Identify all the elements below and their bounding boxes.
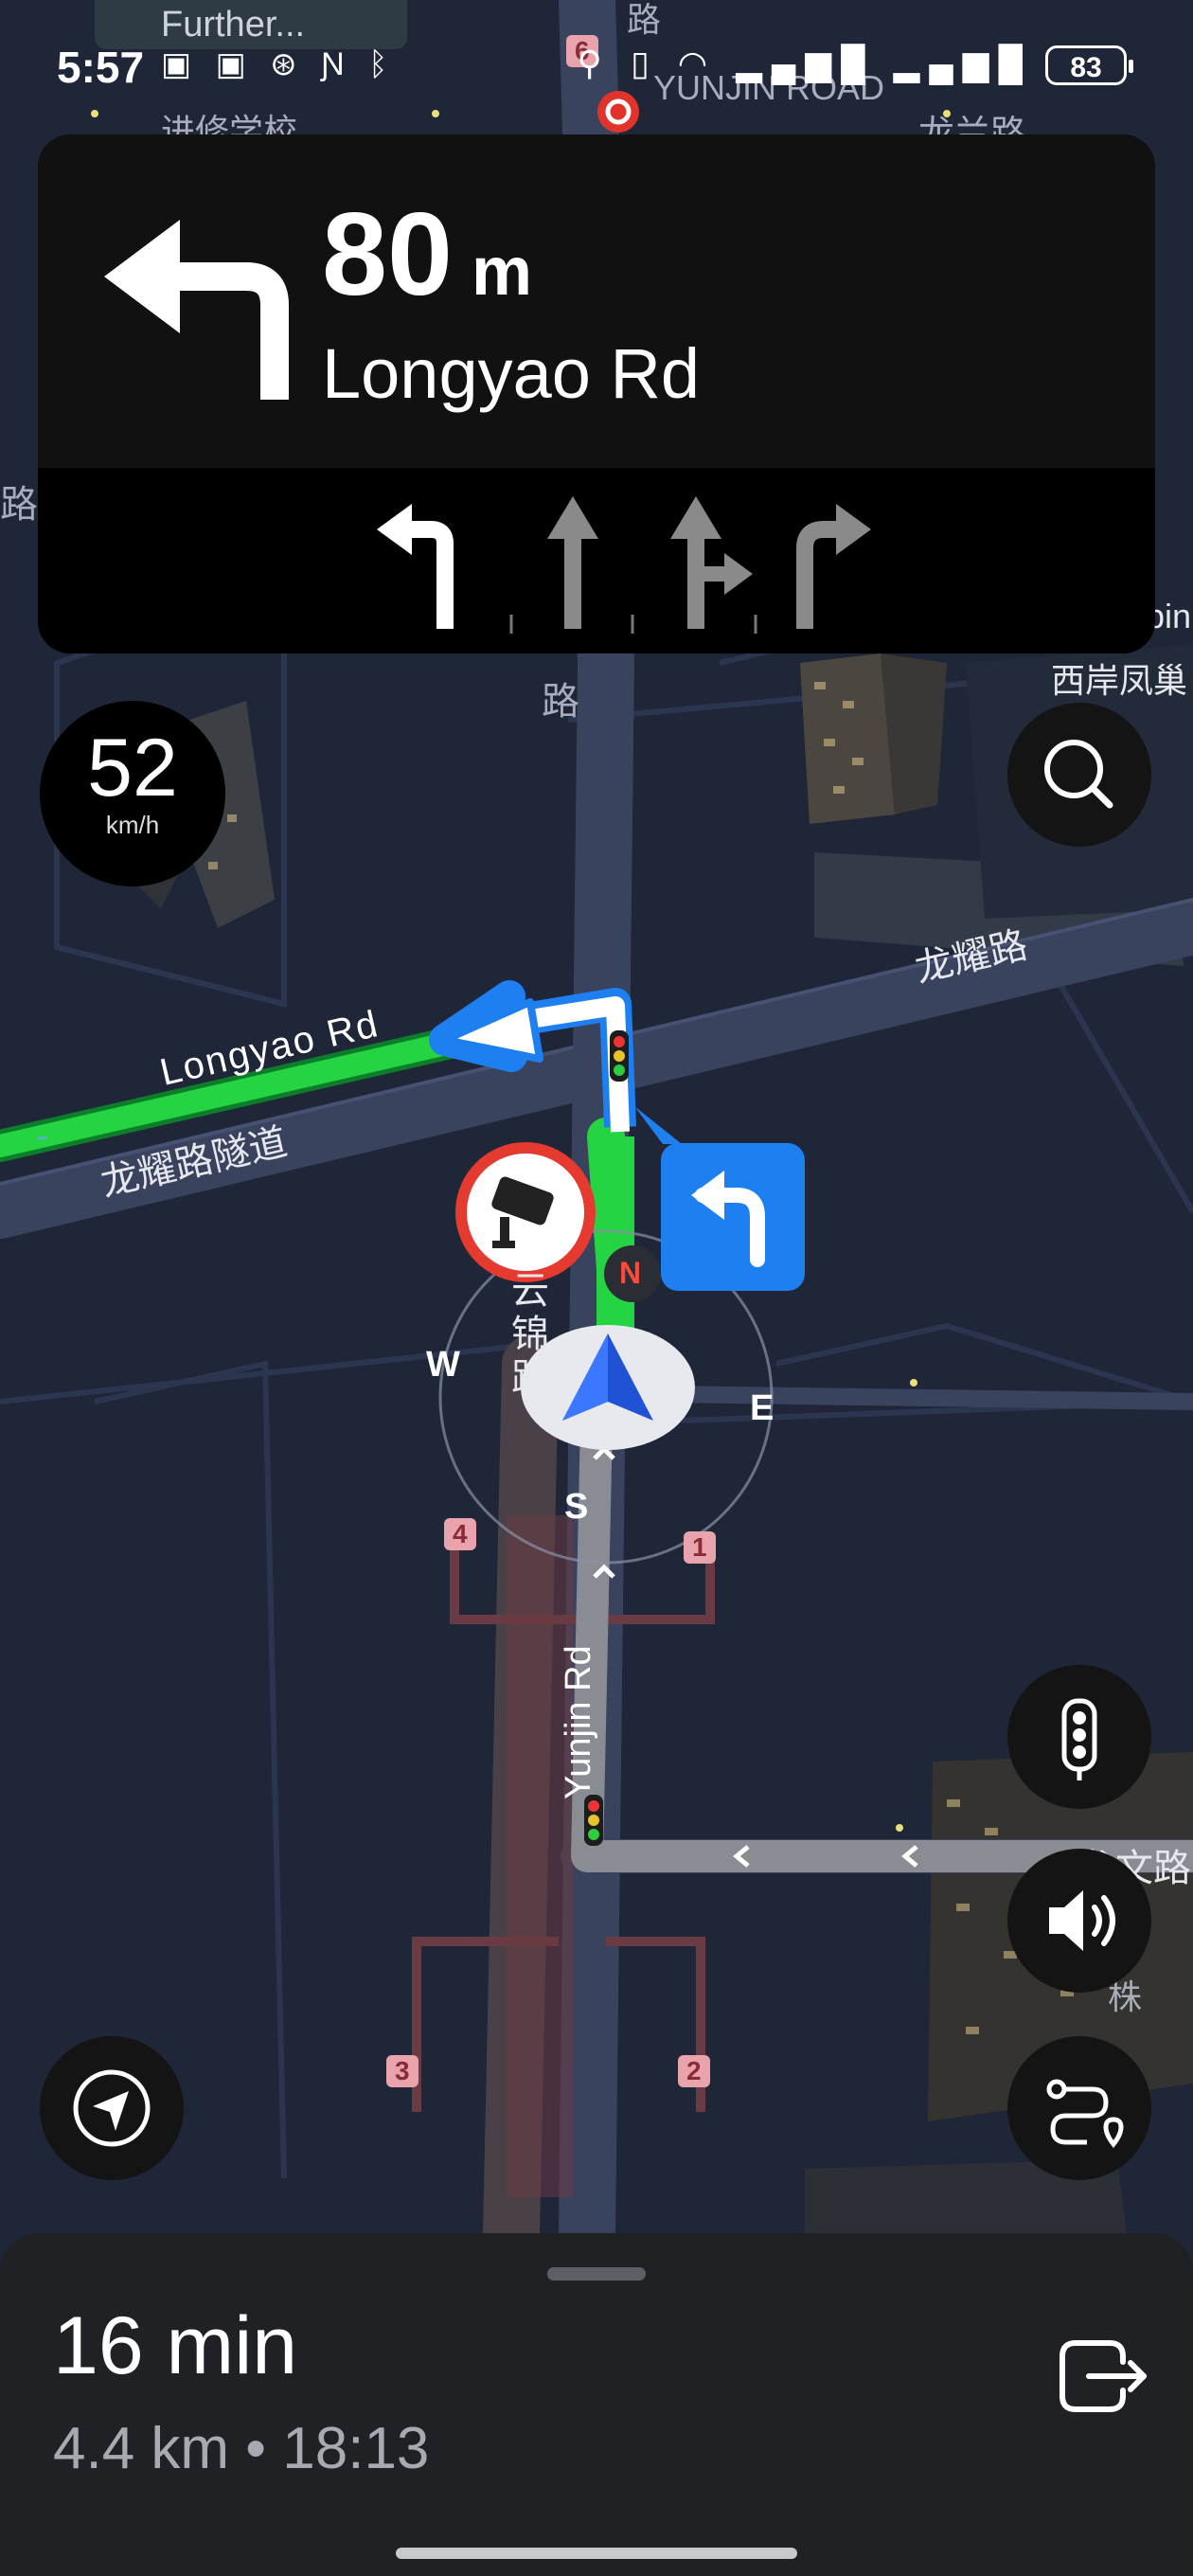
distance-value: 80: [322, 189, 453, 320]
summary-separator: •: [245, 2416, 267, 2481]
lane-guidance: [38, 468, 1155, 653]
metro-exit-4: 4: [453, 1519, 468, 1548]
metro-exit-1: 1: [692, 1532, 707, 1562]
locate-icon: [73, 2069, 151, 2147]
vibrate-icon: ▯: [630, 44, 659, 82]
compass-south: S: [564, 1487, 589, 1527]
speed-unit: km/h: [105, 811, 160, 839]
exit-navigation-icon: [1059, 2340, 1147, 2412]
home-indicator[interactable]: [396, 2548, 797, 2559]
remaining-distance: 4.4 km: [53, 2416, 230, 2481]
metro-exit-2: 2: [686, 2056, 702, 2085]
nfc-icon: Ɲ: [321, 46, 352, 82]
lane-left-turn-icon: [377, 504, 454, 629]
recenter-button[interactable]: [40, 2036, 184, 2180]
route-overview-button[interactable]: [1007, 2036, 1151, 2180]
compass-west: W: [426, 1345, 460, 1385]
signal-icon-2: ▂▄▆█: [893, 44, 1032, 82]
lane-arrows: [377, 496, 871, 634]
distance-to-turn: 80 m: [322, 188, 532, 322]
lane-right-turn-icon: [796, 504, 871, 629]
lane-straight-right-icon: [670, 496, 753, 629]
remaining-time: 16 min: [53, 2300, 298, 2391]
current-speed: 52 km/h: [40, 701, 225, 886]
arrival-time: 18:13: [282, 2416, 430, 2481]
traffic-light-button[interactable]: [1007, 1665, 1151, 1809]
notification-icons: ▣ ▣ ⊛ Ɲ ᛒ: [161, 45, 396, 83]
status-time: 5:57: [57, 43, 145, 92]
map-label-yunjin-cn-vertical: 云锦路: [511, 1270, 549, 1399]
turn-guidance-card[interactable]: 80 m Longyao Rd: [38, 134, 1155, 653]
status-bar: Further... 5:57 ▣ ▣ ⊛ Ɲ ᛒ ⚲ ▯ ◠ ▂▄▆█ ▂▄▆…: [0, 0, 1193, 133]
exit-navigation-button[interactable]: [1042, 2318, 1155, 2432]
map-label-lu-left: 路: [0, 484, 38, 526]
map-label-lu-mid: 路: [542, 681, 579, 723]
speed-value: 52: [87, 723, 178, 814]
lane-straight-icon: [547, 496, 598, 629]
map-label-xian-cn: 西岸凤巢: [1051, 661, 1188, 700]
distance-unit: m: [471, 234, 532, 310]
trip-summary: 4.4 km • 18:13: [53, 2415, 429, 2482]
sync-icon: ⊛: [270, 46, 305, 82]
turn-left-icon: [104, 220, 289, 400]
panel-drag-handle[interactable]: [547, 2267, 646, 2281]
next-street-name: Longyao Rd: [322, 334, 701, 413]
compass-east: E: [750, 1388, 775, 1428]
trip-info-panel[interactable]: 16 min 4.4 km • 18:13: [0, 2233, 1193, 2576]
wifi-icon: ◠: [677, 44, 718, 82]
traffic-light-icon: [1061, 1698, 1097, 1780]
signal-icon: ▂▄▆█: [736, 44, 875, 82]
location-icon: ⚲: [577, 44, 612, 82]
app-notification-icon: ▣: [161, 46, 200, 82]
compass-north: N: [619, 1256, 642, 1290]
route-overview-icon: [1046, 2079, 1124, 2149]
battery-icon: 83: [1045, 45, 1133, 85]
volume-icon: [1049, 1890, 1115, 1951]
volume-button[interactable]: [1007, 1849, 1151, 1993]
search-icon: [1044, 740, 1113, 809]
metro-exit-3: 3: [395, 2056, 410, 2085]
app-notification-icon-2: ▣: [215, 46, 254, 82]
status-right-icons: ⚲ ▯ ◠ ▂▄▆█ ▂▄▆█: [578, 44, 1032, 83]
bluetooth-icon: ᛒ: [368, 46, 396, 82]
search-button[interactable]: [1007, 703, 1151, 847]
map-label-yunjin-en: Yunjin Rd: [559, 1645, 598, 1799]
guidance-header: 80 m Longyao Rd: [38, 134, 1155, 468]
